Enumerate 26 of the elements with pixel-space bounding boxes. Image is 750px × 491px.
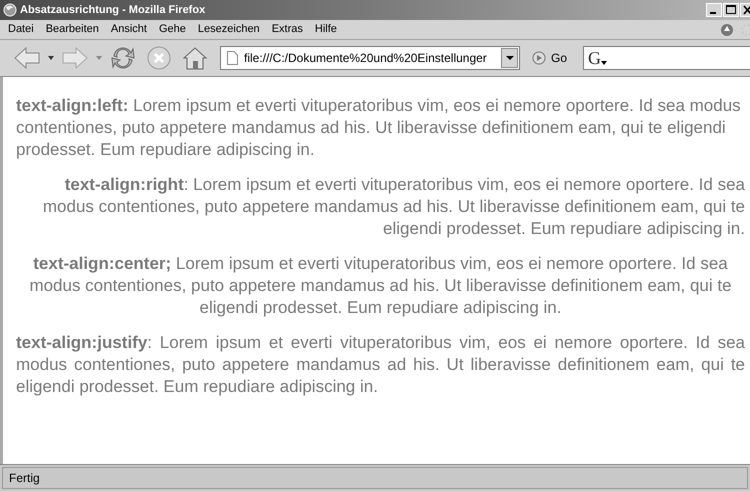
paragraph: text-align:left: Lorem ipsum et everti vituperatoribus vim, eos ei nemore oportere. Id sea modus contentiones, puto appetere mandamus ad his. Ut liberavisse definitionem eam, qui te eligendi prodesset. Eum repudiare adipiscing in. xyxy=(16,95,742,161)
paragraph: text-align:justify: Lorem ipsum et everti vituperatoribus vim, eos ei nemore oportere. Id sea modus contentiones, puto appetere mandamus ad his. Ut liberavisse definitionem eam, qui te eligendi prodesset. Eum repudiare adipiscing in. xyxy=(16,332,745,398)
search-field[interactable]: G xyxy=(583,46,750,70)
caret-icon xyxy=(506,56,514,60)
menu-item[interactable]: Extras xyxy=(268,21,307,38)
dropdown-arrow-icon[interactable] xyxy=(48,56,54,60)
maximize-icon[interactable] xyxy=(723,3,739,17)
go-button[interactable]: Go xyxy=(532,49,568,67)
menu-item[interactable]: Datei xyxy=(4,21,38,38)
menu-item[interactable]: Ansicht xyxy=(106,21,151,38)
page-icon xyxy=(227,51,238,65)
status-text: Fertig xyxy=(2,467,748,489)
go-icon xyxy=(532,51,546,65)
paragraph: text-align:center; Lorem ipsum et everti vituperatoribus vim, eos ei nemore oportere. Id sea modus contentiones, puto appetere mandamus ad his. Ut liberavisse definitionem eam, qui te eligendi prodesset. Eum repudiare adipiscing in. xyxy=(28,253,733,319)
dropdown-button[interactable] xyxy=(501,48,518,68)
browser-logo-icon xyxy=(3,3,17,17)
address-field[interactable]: file:///C:/Dokumente%20und%20Einstellunger xyxy=(220,46,520,70)
caret-icon xyxy=(601,61,608,65)
menu-item[interactable]: Lesezeichen xyxy=(194,21,264,38)
menu-item[interactable]: Hilfe xyxy=(310,21,341,38)
window-title: Absatzausrichtung - Mozilla Firefox xyxy=(20,2,206,18)
update-icon[interactable] xyxy=(720,22,734,36)
menu-item[interactable]: Gehe xyxy=(154,21,190,38)
menu-item[interactable]: Bearbeiten xyxy=(42,21,103,38)
paragraph: text-align:right: Lorem ipsum et everti vituperatoribus vim, eos ei nemore oportere. Id sea modus contentiones, puto appetere mandamus ad his. Ut liberavisse definitionem eam, qui te eligendi prodesset. Eum repudiare adipiscing in. xyxy=(42,174,745,240)
minimize-icon[interactable] xyxy=(706,3,722,17)
